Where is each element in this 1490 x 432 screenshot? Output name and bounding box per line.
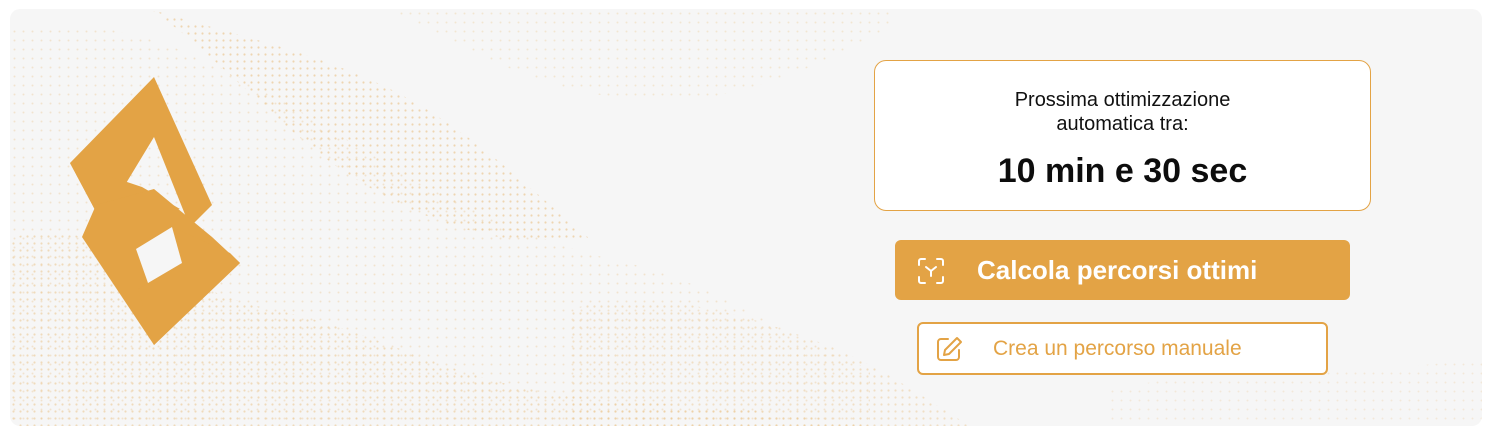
timer-label: Prossima ottimizzazione automatica tra: (1014, 89, 1231, 135)
calculate-optimal-routes-button[interactable]: Calcola percorsi ottimi (895, 240, 1350, 300)
create-manual-route-button[interactable]: Crea un percorso manuale (917, 322, 1328, 375)
create-manual-route-label: Crea un percorso manuale (993, 337, 1242, 360)
next-optimization-card: Prossima ottimizzazione automatica tra: … (874, 60, 1371, 211)
calculate-optimal-routes-label: Calcola percorsi ottimi (977, 255, 1258, 285)
scan-target-icon (918, 258, 944, 284)
timer-countdown: 10 min e 30 sec (997, 152, 1248, 190)
brand-logo-icon (70, 77, 240, 345)
optimization-banner: Prossima ottimizzazione automatica tra: … (10, 9, 1482, 426)
edit-pencil-icon (937, 337, 962, 361)
